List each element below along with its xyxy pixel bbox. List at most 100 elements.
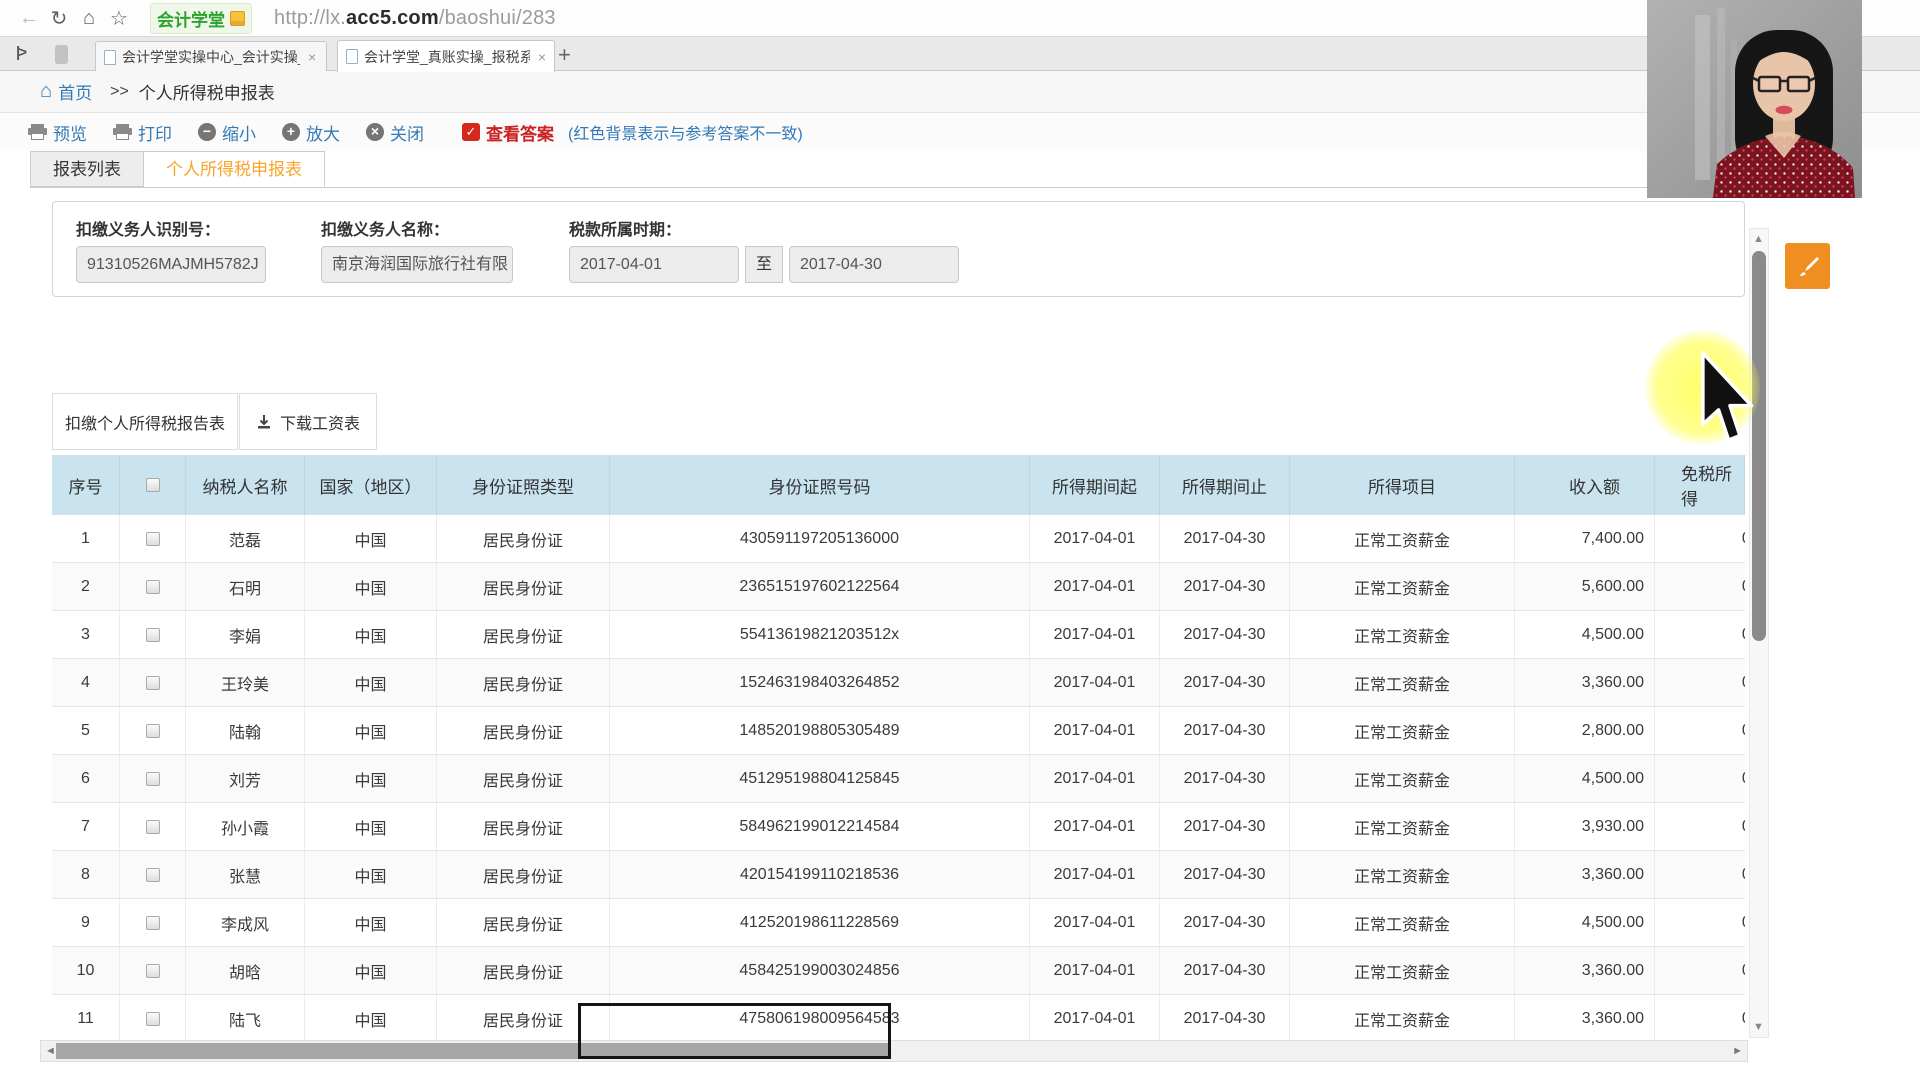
cell-select — [120, 707, 186, 754]
col-header-name: 纳税人名称 — [186, 455, 305, 515]
cell-country: 中国 — [305, 755, 437, 802]
minus-circle-icon: − — [198, 123, 216, 141]
col-header-exempt: 免税所得 — [1655, 455, 1745, 515]
cell-country: 中国 — [305, 563, 437, 610]
cell-id-no: 420154199110218536 — [610, 851, 1030, 898]
cell-item: 正常工资薪金 — [1290, 755, 1515, 802]
preview-button[interactable]: 预览 — [28, 120, 87, 145]
row-checkbox[interactable] — [145, 531, 160, 546]
view-answer-button[interactable]: ✓ 查看答案 — [462, 120, 554, 145]
table-row[interactable]: 2 石明 中国 居民身份证 236515197602122564 2017-04… — [52, 563, 1745, 611]
certificate-icon — [230, 10, 245, 26]
select-all-checkbox[interactable] — [145, 478, 160, 492]
table-row[interactable]: 1 范磊 中国 居民身份证 430591197205136000 2017-04… — [52, 515, 1745, 563]
browser-tab-1[interactable]: 会计学堂实操中心_会计实操_会 × — [95, 41, 327, 72]
period-start-field[interactable]: 2017-04-01 — [569, 246, 739, 283]
close-button[interactable]: × 关闭 — [366, 120, 424, 145]
cell-income: 3,360.00 — [1515, 995, 1655, 1040]
browser-tab-2-active[interactable]: 会计学堂_真账实操_报税系统 × — [337, 40, 555, 72]
cell-select — [120, 995, 186, 1040]
row-checkbox[interactable] — [145, 867, 160, 882]
zoom-in-button[interactable]: + 放大 — [282, 120, 340, 145]
row-checkbox[interactable] — [145, 819, 160, 834]
table-row[interactable]: 8 张慧 中国 居民身份证 420154199110218536 2017-04… — [52, 851, 1745, 899]
cell-id-type: 居民身份证 — [437, 611, 610, 658]
zoom-out-button[interactable]: − 缩小 — [198, 120, 256, 145]
annotate-brush-button[interactable] — [1785, 243, 1830, 289]
cell-no: 8 — [52, 851, 120, 898]
table-row[interactable]: 4 王玲美 中国 居民身份证 152463198403264852 2017-0… — [52, 659, 1745, 707]
table-row[interactable]: 7 孙小霞 中国 居民身份证 584962199012214584 2017-0… — [52, 803, 1745, 851]
row-checkbox[interactable] — [145, 1011, 160, 1026]
cell-item: 正常工资薪金 — [1290, 515, 1515, 562]
panel-toggle-icon[interactable]: |> — [16, 44, 27, 61]
cell-select — [120, 563, 186, 610]
url-path: /baoshui/283 — [438, 6, 556, 29]
back-icon[interactable]: ← — [14, 7, 44, 30]
table-row[interactable]: 6 刘芳 中国 居民身份证 451295198804125845 2017-04… — [52, 755, 1745, 803]
cell-no: 1 — [52, 515, 120, 562]
cell-country: 中国 — [305, 995, 437, 1040]
breadcrumb-separator: >> — [110, 82, 129, 100]
refresh-icon[interactable]: ↻ — [44, 6, 74, 31]
cell-income: 2,800.00 — [1515, 707, 1655, 754]
close-tab-icon[interactable]: × — [538, 49, 546, 65]
cell-name: 孙小霞 — [186, 803, 305, 850]
device-icon[interactable] — [55, 45, 68, 64]
x-circle-icon: × — [366, 123, 384, 141]
cell-name: 范磊 — [186, 515, 305, 562]
site-badge[interactable]: 会计学堂 — [150, 2, 252, 34]
home-icon: ⌂ — [40, 80, 53, 102]
new-tab-button[interactable]: + — [558, 42, 571, 68]
row-checkbox[interactable] — [145, 723, 160, 738]
browser-tab-2-label: 会计学堂_真账实操_报税系统 — [364, 48, 530, 65]
row-checkbox[interactable] — [145, 963, 160, 978]
horizontal-scrollbar[interactable]: ◄ ► — [40, 1040, 1748, 1062]
cell-period-start: 2017-04-01 — [1030, 755, 1160, 802]
scroll-left-icon[interactable]: ◄ — [45, 1045, 56, 1057]
scroll-up-icon[interactable]: ▲ — [1753, 233, 1764, 245]
withholding-report-tab[interactable]: 扣缴个人所得税报告表 — [52, 393, 238, 450]
cell-country: 中国 — [305, 803, 437, 850]
cell-no: 11 — [52, 995, 120, 1040]
close-tab-icon[interactable]: × — [308, 49, 316, 65]
cell-exempt: 0.00 — [1655, 563, 1745, 610]
table-row[interactable]: 3 李娟 中国 居民身份证 55413619821203512x 2017-04… — [52, 611, 1745, 659]
withholder-id-field[interactable]: 91310526MAJMH5782J — [76, 246, 266, 283]
cell-period-end: 2017-04-30 — [1160, 995, 1290, 1040]
report-toolbar: 预览 打印 − 缩小 + 放大 × 关闭 ✓ 查看答案 (红色背景表示与参考答案… — [0, 113, 1920, 151]
scroll-right-icon[interactable]: ► — [1732, 1045, 1743, 1057]
row-checkbox[interactable] — [145, 627, 160, 642]
plus-circle-icon: + — [282, 123, 300, 141]
tab-personal-income-tax[interactable]: 个人所得税申报表 — [144, 151, 325, 187]
row-checkbox[interactable] — [145, 771, 160, 786]
cell-period-start: 2017-04-01 — [1030, 899, 1160, 946]
table-row[interactable]: 10 胡晗 中国 居民身份证 458425199003024856 2017-0… — [52, 947, 1745, 995]
table-row[interactable]: 9 李成风 中国 居民身份证 412520198611228569 2017-0… — [52, 899, 1745, 947]
cell-exempt: 0.00 — [1655, 851, 1745, 898]
col-header-period-end: 所得期间止 — [1160, 455, 1290, 515]
withholder-name-label: 扣缴义务人名称： — [321, 222, 450, 239]
cell-id-no: 584962199012214584 — [610, 803, 1030, 850]
scroll-down-icon[interactable]: ▼ — [1753, 1021, 1764, 1033]
download-salary-button[interactable]: 下载工资表 — [239, 393, 377, 450]
cell-id-no: 458425199003024856 — [610, 947, 1030, 994]
tab-report-list[interactable]: 报表列表 — [30, 151, 144, 187]
print-button[interactable]: 打印 — [113, 120, 172, 145]
period-end-field[interactable]: 2017-04-30 — [789, 246, 959, 283]
breadcrumb-home-link[interactable]: 首页 — [58, 79, 92, 104]
cell-no: 5 — [52, 707, 120, 754]
withholder-name-field[interactable]: 南京海润国际旅行社有限 — [321, 246, 513, 283]
star-icon[interactable]: ☆ — [104, 6, 134, 31]
row-checkbox[interactable] — [145, 675, 160, 690]
address-bar[interactable]: http://lx.acc5.com/baoshui/283 — [274, 7, 556, 30]
col-header-period-start: 所得期间起 — [1030, 455, 1160, 515]
cell-exempt: 0.00 — [1655, 899, 1745, 946]
close-label: 关闭 — [390, 124, 424, 144]
home-icon[interactable]: ⌂ — [74, 7, 104, 30]
table-row[interactable]: 5 陆翰 中国 居民身份证 148520198805305489 2017-04… — [52, 707, 1745, 755]
row-checkbox[interactable] — [145, 915, 160, 930]
row-checkbox[interactable] — [145, 579, 160, 594]
cell-period-end: 2017-04-30 — [1160, 563, 1290, 610]
table-row[interactable]: 11 陆飞 中国 居民身份证 475806198009564583 2017-0… — [52, 995, 1745, 1040]
